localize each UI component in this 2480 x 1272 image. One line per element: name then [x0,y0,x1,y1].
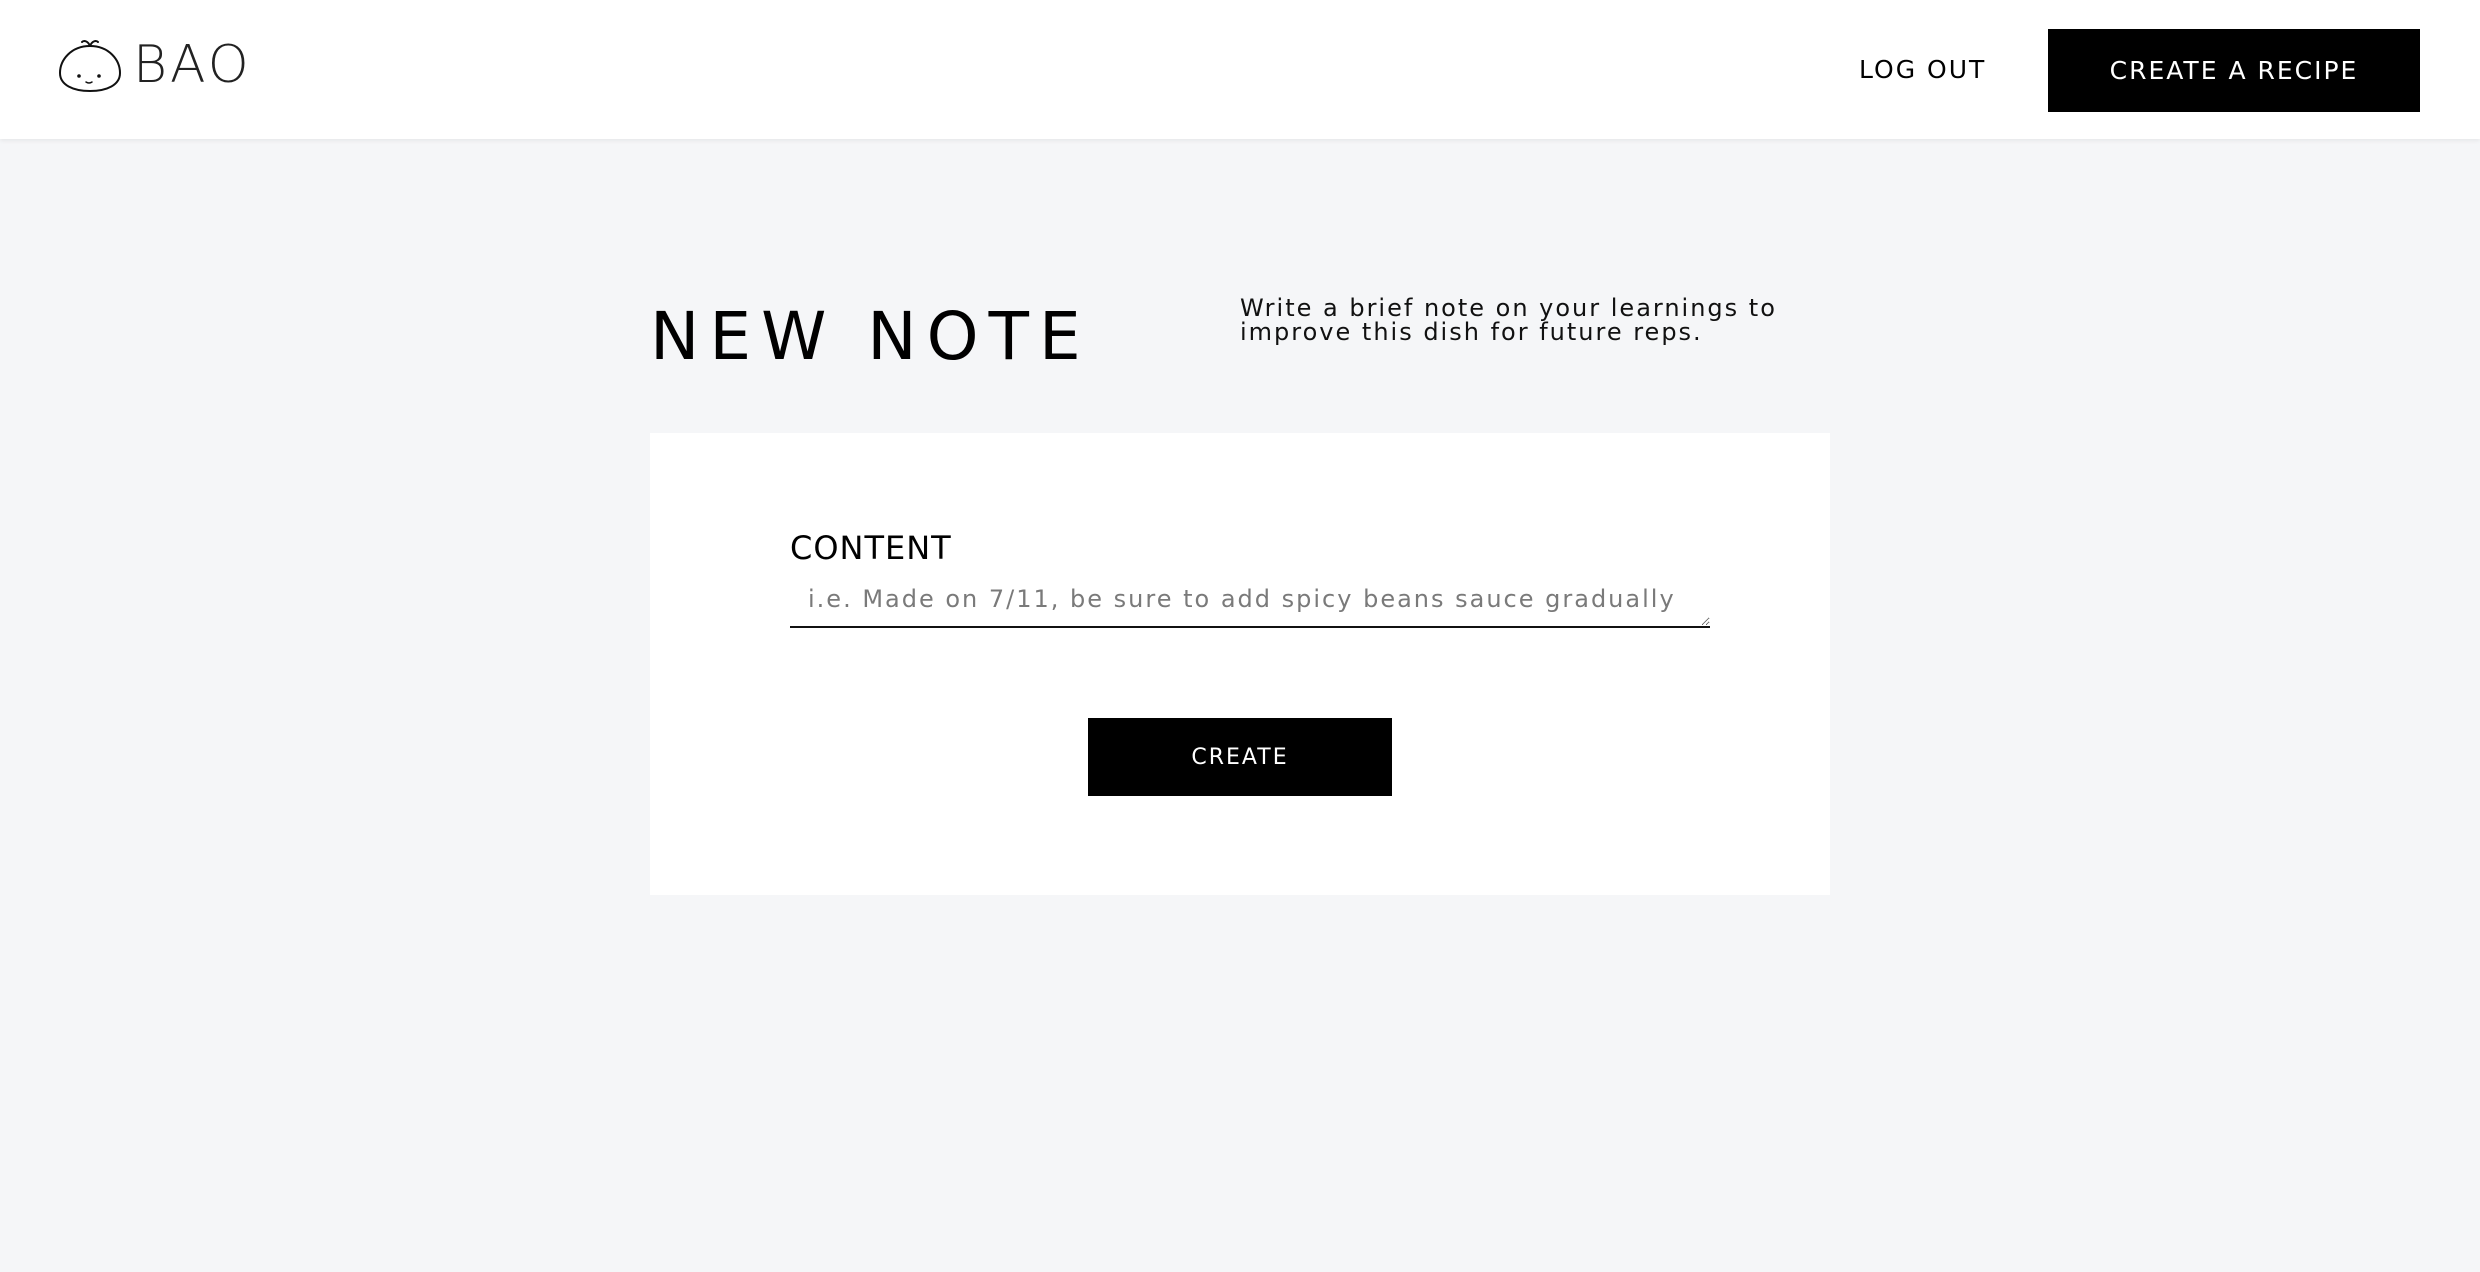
logout-link[interactable]: LOG OUT [1859,53,1986,87]
home-logo-link[interactable]: BAO [57,36,252,94]
content-textarea[interactable] [790,573,1710,628]
page-title: NEW NOTE [650,298,1091,375]
brand-name: BAO [133,35,252,95]
new-note-form: CONTENT CREATE [650,433,1830,895]
bao-bun-icon [58,40,122,93]
content-field-label: CONTENT [790,529,952,567]
top-navbar: BAO LOG OUT CREATE A RECIPE [0,0,2480,139]
create-note-button[interactable]: CREATE [1088,718,1392,796]
create-recipe-button[interactable]: CREATE A RECIPE [2048,29,2420,112]
page-description: Write a brief note on your learnings to … [1240,294,1777,346]
